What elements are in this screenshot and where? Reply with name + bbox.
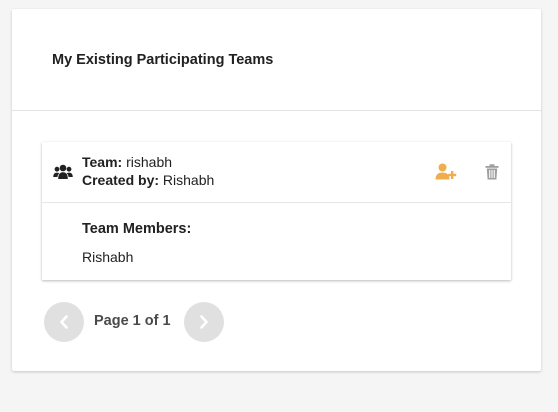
next-page-button[interactable] — [184, 302, 224, 342]
prev-page-button[interactable] — [44, 302, 84, 342]
card-header: My Existing Participating Teams — [12, 9, 541, 111]
pagination: Page 1 of 1 — [44, 302, 244, 342]
members-section: Team Members: Rishabh — [42, 203, 511, 280]
chevron-right-icon — [200, 315, 208, 329]
delete-team-button[interactable] — [485, 164, 499, 180]
team-info: Team: rishabh Created by: Rishabh — [82, 153, 214, 189]
team-name: rishabh — [126, 154, 173, 170]
add-member-button[interactable] — [435, 163, 457, 181]
page-indicator: Page 1 of 1 — [94, 313, 171, 329]
member-item: Rishabh — [82, 249, 134, 265]
team-label: Team: — [82, 154, 123, 170]
created-by-value: Rishabh — [162, 172, 215, 188]
trash-icon — [485, 164, 499, 180]
chevron-left-icon — [60, 315, 68, 329]
created-by-label: Created by: — [82, 172, 160, 188]
user-plus-icon — [435, 163, 457, 180]
users-icon — [53, 164, 73, 180]
team-row[interactable]: Team: rishabh Created by: Rishabh — [42, 142, 511, 203]
members-label: Team Members: — [82, 221, 192, 237]
team-panel: Team: rishabh Created by: Rishabh Team M… — [42, 142, 511, 280]
card-title: My Existing Participating Teams — [52, 52, 274, 68]
team-name-line: Team: rishabh — [82, 153, 214, 171]
created-by-line: Created by: Rishabh — [82, 171, 214, 189]
teams-card: My Existing Participating Teams Team: ri… — [12, 9, 541, 371]
